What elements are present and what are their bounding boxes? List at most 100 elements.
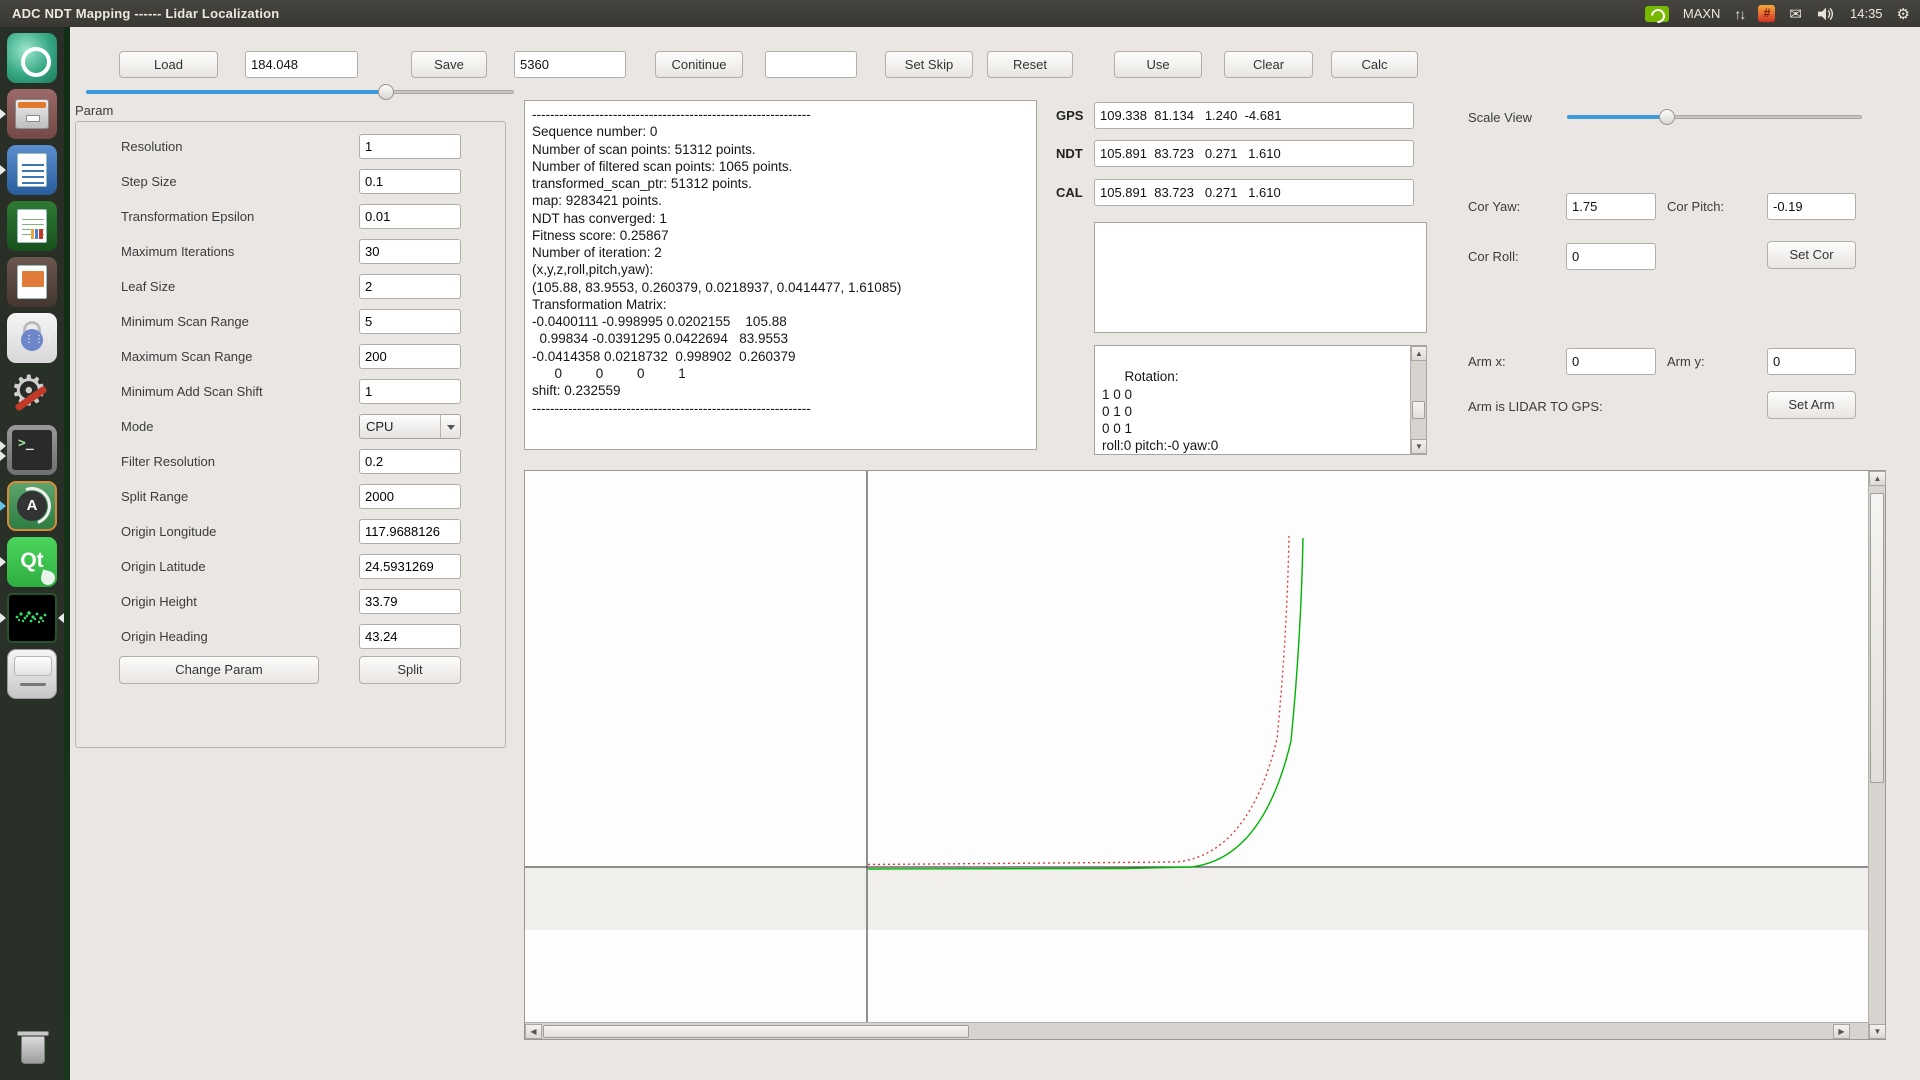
filter-resolution-input[interactable]	[359, 449, 461, 474]
dock-item-terminal[interactable]: >>__	[0, 425, 64, 475]
mail-icon[interactable]: ✉	[1789, 5, 1802, 23]
arm-x-label: Arm x:	[1468, 354, 1506, 369]
dock-item-software[interactable]	[0, 313, 64, 363]
origin-heading-input[interactable]	[359, 624, 461, 649]
param-label: Filter Resolution	[121, 454, 215, 469]
volume-icon[interactable]	[1816, 6, 1836, 22]
leaf-size-input[interactable]	[359, 274, 461, 299]
cor-pitch-input[interactable]	[1767, 193, 1856, 220]
dock-item-impress[interactable]	[0, 257, 64, 307]
scroll-down-icon[interactable]: ▼	[1869, 1024, 1886, 1039]
param-label: Maximum Scan Range	[121, 349, 253, 364]
network-arrows-icon[interactable]: ↑↓	[1734, 6, 1744, 22]
use-button[interactable]: Use	[1114, 51, 1202, 78]
scroll-down-icon[interactable]: ▼	[1411, 439, 1427, 454]
step-size-input[interactable]	[359, 169, 461, 194]
trash-icon	[7, 1026, 57, 1076]
maximum-scan-range-input[interactable]	[359, 344, 461, 369]
menubar: ADC NDT Mapping ------ Lidar Localizatio…	[0, 0, 1920, 27]
session-gear-icon[interactable]: ⚙	[1897, 5, 1910, 23]
lidar-pointcloud-icon	[7, 593, 57, 643]
running-indicator	[0, 165, 6, 175]
set-skip-button[interactable]: Set Skip	[885, 51, 973, 78]
chevron-down-icon	[440, 415, 460, 438]
nvidia-icon[interactable]	[1645, 6, 1669, 22]
set-cor-button[interactable]: Set Cor	[1767, 241, 1856, 269]
transformation-epsilon-input[interactable]	[359, 204, 461, 229]
arm-x-input[interactable]	[1566, 348, 1656, 375]
trajectory-canvas[interactable]	[525, 471, 1870, 1024]
cor-pitch-label: Cor Pitch:	[1667, 199, 1724, 214]
param-label: Leaf Size	[121, 279, 175, 294]
param-label: Origin Height	[121, 594, 197, 609]
set-arm-button[interactable]: Set Arm	[1767, 391, 1856, 419]
save-value-input[interactable]	[514, 51, 626, 78]
split-range-input[interactable]	[359, 484, 461, 509]
calc-button[interactable]: Calc	[1331, 51, 1418, 78]
cal-pose-field[interactable]	[1094, 179, 1414, 206]
continue-value-input[interactable]	[765, 51, 857, 78]
continue-button[interactable]: Conitinue	[655, 51, 743, 78]
plot-vscrollbar-thumb[interactable]	[1870, 493, 1884, 783]
dock-item-disk[interactable]	[0, 649, 64, 699]
load-value-input[interactable]	[245, 51, 358, 78]
split-button[interactable]: Split	[359, 656, 461, 684]
clock[interactable]: 14:35	[1850, 6, 1883, 21]
origin-latitude-input[interactable]	[359, 554, 461, 579]
param-label: Resolution	[121, 139, 182, 154]
load-button[interactable]: Load	[119, 51, 218, 78]
gps-label: GPS	[1056, 108, 1083, 123]
dock-item-writer[interactable]	[0, 145, 64, 195]
running-indicator	[0, 441, 6, 451]
rotation-textview: Rotation: 1 0 0 0 1 0 0 0 1 roll:0 pitch…	[1094, 345, 1427, 455]
minimum-add-scan-shift-input[interactable]	[359, 379, 461, 404]
sequence-slider[interactable]	[86, 84, 514, 100]
resolution-input[interactable]	[359, 134, 461, 159]
dock-item-dash[interactable]	[0, 33, 64, 83]
param-label: Minimum Add Scan Shift	[121, 384, 263, 399]
minimum-scan-range-input[interactable]	[359, 309, 461, 334]
cor-roll-input[interactable]	[1566, 243, 1656, 270]
scroll-up-icon[interactable]: ▲	[1411, 346, 1427, 361]
ndt-pose-field[interactable]	[1094, 140, 1414, 167]
plot-vertical-scrollbar[interactable]: ▲ ▼	[1868, 471, 1885, 1039]
scale-view-slider[interactable]	[1567, 109, 1862, 125]
gps-pose-field[interactable]	[1094, 102, 1414, 129]
input-method-icon[interactable]: #	[1758, 5, 1775, 22]
dock-item-archive[interactable]	[0, 89, 64, 139]
scroll-left-icon[interactable]: ◀	[525, 1024, 542, 1039]
window-title: ADC NDT Mapping ------ Lidar Localizatio…	[12, 6, 279, 21]
param-label: Minimum Scan Range	[121, 314, 249, 329]
clear-button[interactable]: Clear	[1224, 51, 1313, 78]
rotation-scrollbar[interactable]: ▲ ▼	[1410, 346, 1426, 454]
change-param-button[interactable]: Change Param	[119, 656, 319, 684]
dock-item-updater[interactable]: A	[0, 481, 64, 531]
file-archive-icon	[7, 89, 57, 139]
scroll-right-icon[interactable]: ▶	[1833, 1024, 1850, 1039]
cor-roll-label: Cor Roll:	[1468, 249, 1519, 264]
scroll-up-icon[interactable]: ▲	[1869, 471, 1886, 486]
trajectory-plot[interactable]: ▲ ▼ ◀ ▶	[524, 470, 1886, 1040]
cor-yaw-input[interactable]	[1566, 193, 1656, 220]
reset-button[interactable]: Reset	[987, 51, 1073, 78]
dock-item-trash[interactable]	[0, 1020, 64, 1076]
origin-height-input[interactable]	[359, 589, 461, 614]
dock-item-lidar-viewer[interactable]	[0, 593, 64, 643]
plot-hscrollbar-thumb[interactable]	[543, 1025, 969, 1038]
ubuntu-dash-icon	[7, 33, 57, 83]
libreoffice-writer-icon	[7, 145, 57, 195]
save-button[interactable]: Save	[411, 51, 487, 78]
dock-item-qtcreator[interactable]: Qt	[0, 537, 64, 587]
maximum-iterations-input[interactable]	[359, 239, 461, 264]
dock-item-settings[interactable]: ⚙	[0, 369, 64, 419]
scale-view-slider-thumb[interactable]	[1659, 109, 1675, 125]
rotation-scrollbar-thumb[interactable]	[1412, 401, 1425, 419]
arm-y-input[interactable]	[1767, 348, 1856, 375]
sequence-slider-thumb[interactable]	[378, 84, 394, 100]
param-label: Origin Heading	[121, 629, 208, 644]
dock-item-calc[interactable]	[0, 201, 64, 251]
param-label: Split Range	[121, 489, 188, 504]
plot-horizontal-scrollbar[interactable]: ◀ ▶	[525, 1022, 1868, 1039]
mode-dropdown[interactable]: CPU	[359, 414, 461, 439]
origin-longitude-input[interactable]	[359, 519, 461, 544]
